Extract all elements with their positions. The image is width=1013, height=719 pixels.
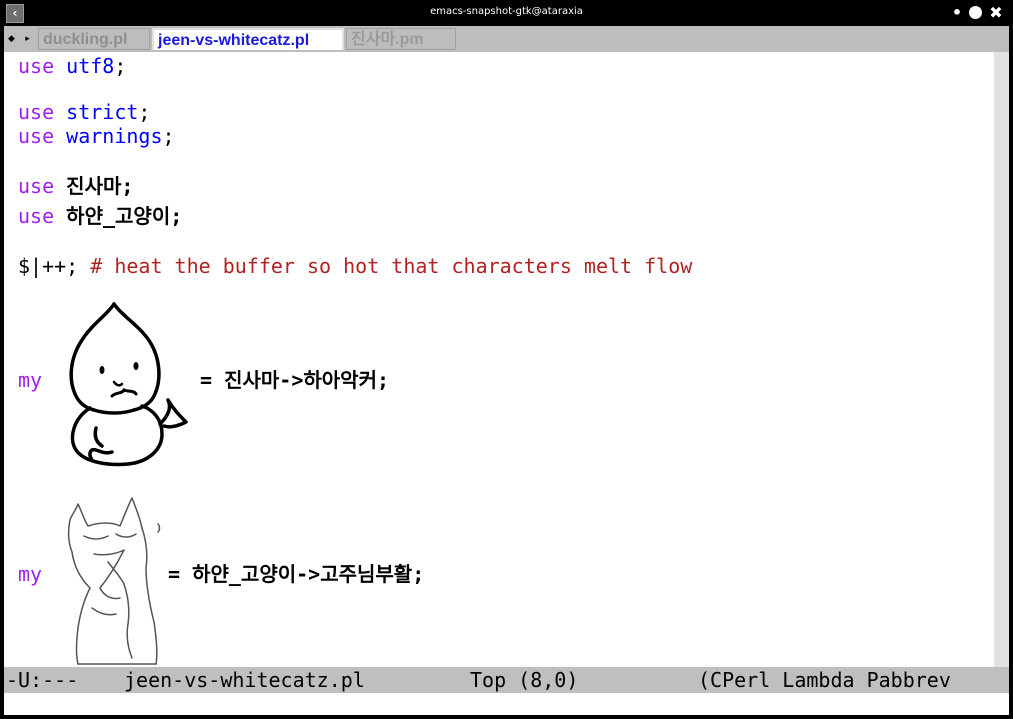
assignment-expression: = 하얀_고양이->고주님부활; — [168, 562, 425, 586]
code-line: use 진사마; — [18, 174, 133, 198]
minimize-button[interactable]: • — [950, 4, 964, 22]
tab-jinsama-pm[interactable]: 진사마.pm — [346, 28, 456, 50]
minibuffer[interactable] — [4, 693, 1009, 715]
code-line: use strict; — [18, 100, 150, 124]
keyword: use — [18, 174, 55, 198]
keyword: use — [18, 204, 55, 228]
maximize-button[interactable] — [966, 4, 984, 22]
window-title: emacs-snapshot-gtk@ataraxia — [430, 6, 583, 17]
major-mode: (CPerl Lambda Pabbrev — [698, 668, 951, 692]
keyword: my — [18, 368, 43, 392]
module-name: 진사마; — [66, 174, 134, 198]
code-comment: # heat the buffer so hot that characters… — [90, 254, 693, 278]
code-line: my — [18, 368, 42, 392]
buffer-name: jeen-vs-whitecatz.pl — [124, 668, 365, 692]
tab-bar: ◆ ▸ duckling.pl jeen-vs-whitecatz.pl 진사마… — [4, 26, 1009, 52]
code-line: use utf8; — [18, 54, 126, 78]
module-name: warnings — [66, 124, 163, 148]
maximize-icon — [968, 5, 982, 19]
window-frame-right — [1009, 26, 1013, 719]
mode-line[interactable]: -U:--- jeen-vs-whitecatz.pl Top (8,0) (C… — [4, 667, 1009, 693]
module-name: strict — [66, 100, 139, 124]
emacs-window: ‹ emacs-snapshot-gtk@ataraxia • ✖ ◆ ▸ du… — [0, 0, 1013, 719]
module-name: 하얀_고양이; — [66, 204, 183, 228]
tab-duckling[interactable]: duckling.pl — [38, 28, 150, 50]
buffer-status: -U:--- — [6, 668, 79, 692]
keyword: use — [18, 100, 55, 124]
keyword: use — [18, 54, 55, 78]
assignment-expression: = 진사마->하아악커; — [200, 368, 390, 392]
emacs-window-icon[interactable]: ‹ — [6, 4, 24, 23]
semicolon: ; — [162, 124, 175, 148]
close-button[interactable]: ✖ — [986, 4, 1006, 22]
keyword: use — [18, 124, 55, 148]
code-line: use warnings; — [18, 124, 175, 148]
cursor-position: Top (8,0) — [470, 668, 579, 692]
tab-scroll-right-icon[interactable]: ▸ — [22, 32, 33, 46]
semicolon: ; — [138, 100, 151, 124]
vertical-scrollbar[interactable] — [994, 52, 1009, 667]
tab-scroll-left-icon[interactable]: ◆ — [6, 32, 17, 46]
semicolon: ; — [114, 54, 127, 78]
white-cat-icon — [67, 497, 161, 665]
code-line: use 하얀_고양이; — [18, 204, 182, 228]
editor-buffer[interactable]: use utf8; use strict; use warnings; use … — [4, 52, 994, 667]
tab-jeen-vs-whitecatz[interactable]: jeen-vs-whitecatz.pl — [152, 28, 344, 50]
module-name: utf8 — [66, 54, 115, 78]
code-line: $|++; # heat the buffer so hot that char… — [18, 254, 692, 278]
code-statement: $|++; — [18, 254, 91, 278]
window-frame-bottom — [0, 715, 1013, 719]
title-bar[interactable]: ‹ emacs-snapshot-gtk@ataraxia • ✖ — [0, 0, 1013, 26]
blob-character-icon — [69, 302, 188, 467]
code-line: my — [18, 562, 42, 586]
keyword: my — [18, 562, 43, 586]
